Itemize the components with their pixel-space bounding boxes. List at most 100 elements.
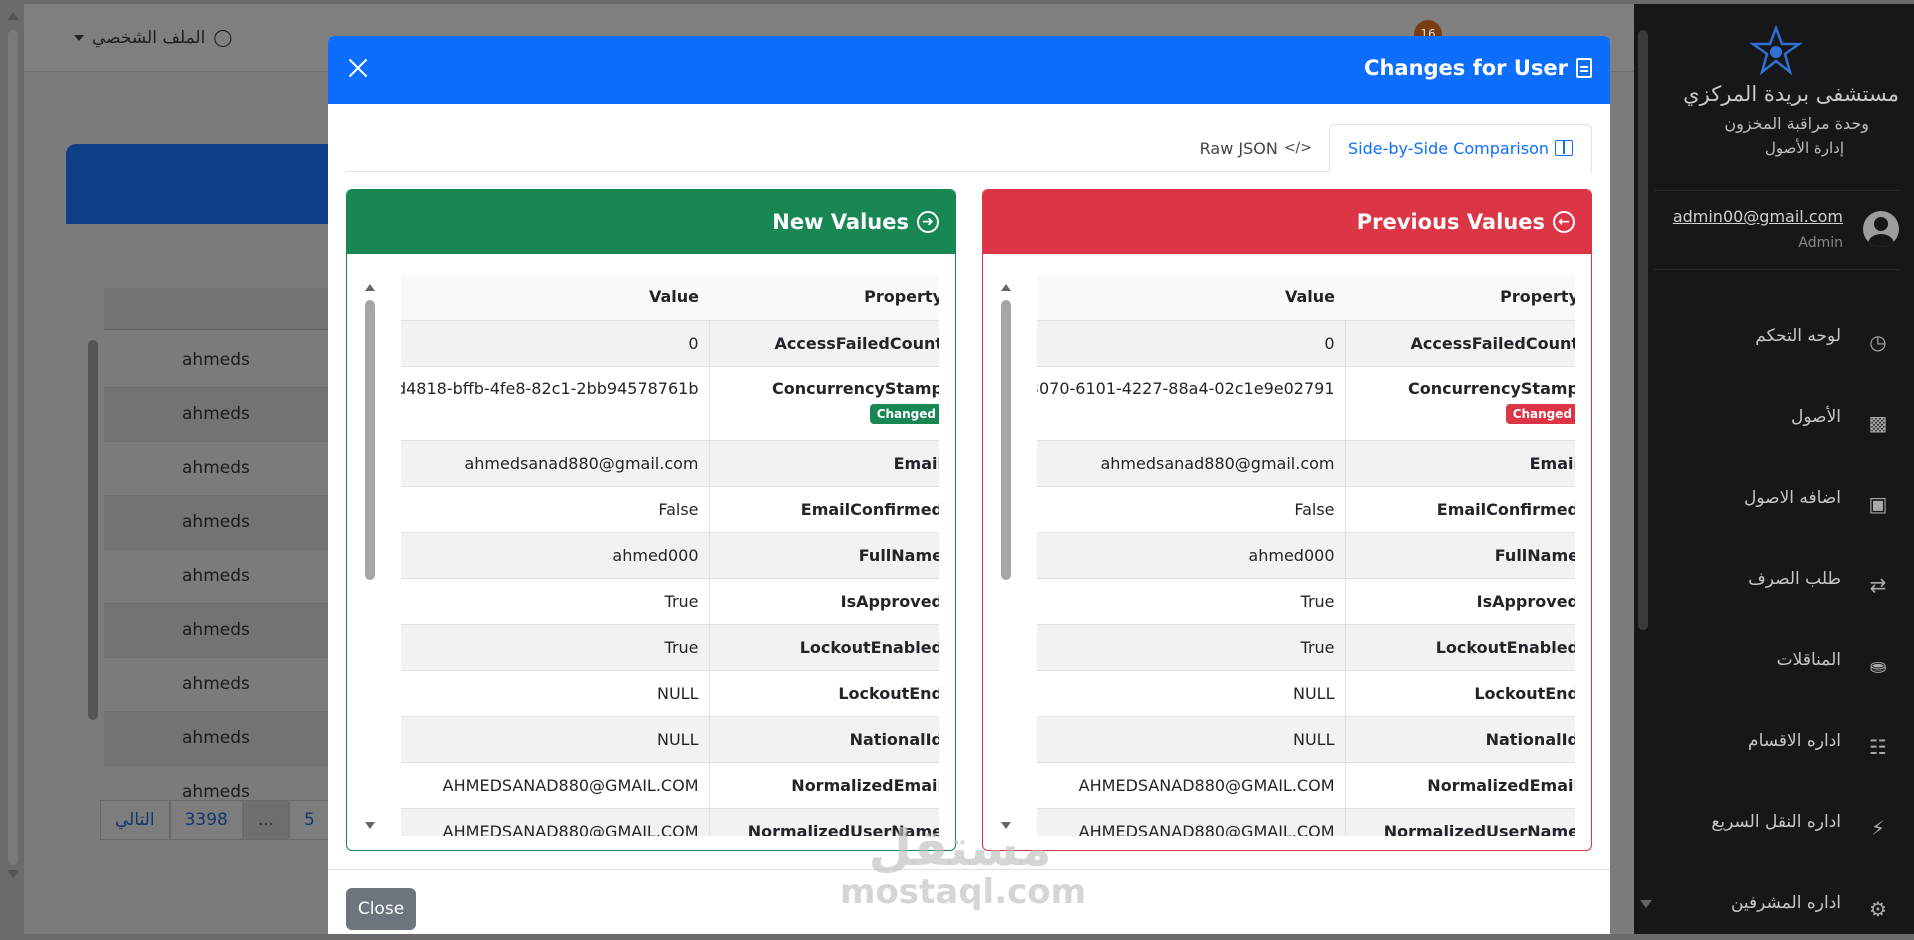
box-add-icon: ▣ bbox=[1868, 492, 1888, 516]
table-row: False EmailConfirmed bbox=[401, 486, 939, 533]
close-button[interactable]: Close bbox=[346, 888, 416, 930]
cell-text: ahmeds bbox=[182, 512, 250, 532]
property-cell: NationalId bbox=[708, 716, 939, 763]
value-cell: NULL bbox=[1037, 716, 1345, 763]
table-row: ahmed000 FullName bbox=[401, 532, 939, 579]
modal-title-text: Changes for User bbox=[1364, 56, 1568, 80]
sidebar-item-supervisors[interactable]: اداره المشرفين ⚙ bbox=[1654, 887, 1899, 927]
sidebar-item-departments[interactable]: اداره الاقسام ☷ bbox=[1654, 725, 1899, 765]
property-name: ConcurrencyStamp bbox=[1407, 378, 1575, 398]
property-cell: EmailConfirmed bbox=[708, 486, 939, 533]
modal-title: Changes for User bbox=[1364, 56, 1592, 80]
layout-split-icon bbox=[1555, 140, 1573, 156]
boxes-icon: ▩ bbox=[1868, 411, 1888, 435]
cell-text: ahmeds bbox=[182, 782, 250, 802]
tab-raw-json[interactable]: Raw JSON </> bbox=[1182, 124, 1330, 172]
scroll-down-arrow[interactable] bbox=[365, 822, 375, 829]
table-row[interactable]: ahmeds bbox=[104, 604, 356, 658]
table-row: NULL LockoutEnd bbox=[401, 670, 939, 717]
value-cell: ahmed000 bbox=[401, 532, 709, 579]
sidebar-item-disbursement[interactable]: طلب الصرف ⇄ bbox=[1654, 563, 1899, 603]
previous-values-table: Value Property 0 AccessFailedCount 3070-… bbox=[1037, 274, 1575, 836]
pagination-last-page[interactable]: 3398 bbox=[169, 800, 243, 840]
sidebar-scrollbar[interactable] bbox=[1638, 30, 1648, 630]
sidebar-item-transfers[interactable]: المناقلات ⛂ bbox=[1654, 644, 1899, 684]
table-row[interactable]: ahmeds bbox=[104, 388, 356, 442]
arrow-right-circle-icon: ➜ bbox=[917, 211, 939, 233]
table-row: ahmed000 FullName bbox=[1037, 532, 1575, 579]
new-values-panel: New Values ➜ Value Property 0 AccessFail… bbox=[346, 189, 956, 851]
value-cell: ed4818-bffb-4fe8-82c1-2bb94578761b bbox=[401, 366, 709, 441]
sidebar-item-label: المناقلات bbox=[1776, 650, 1841, 670]
dashboard-icon: ◷ bbox=[1869, 330, 1887, 354]
value-cell: ahmedsanad880@gmail.com bbox=[401, 440, 709, 487]
watermark: مستقل mostaql.com bbox=[840, 819, 1086, 910]
scrollbar-thumb[interactable] bbox=[365, 300, 375, 580]
document-icon bbox=[1576, 58, 1592, 78]
property-cell: IsApproved bbox=[1344, 578, 1575, 625]
table-header-row: Value Property bbox=[401, 274, 939, 321]
pagination: التالي 3398 ... 5 bbox=[100, 800, 330, 840]
table-row[interactable]: ahmeds bbox=[104, 712, 356, 766]
property-cell: NormalizedEmail bbox=[1344, 762, 1575, 809]
table-row[interactable]: ahmeds bbox=[104, 496, 356, 550]
table-row[interactable]: ahmeds bbox=[104, 442, 356, 496]
table-row: True IsApproved bbox=[401, 578, 939, 625]
cell-text: ahmeds bbox=[182, 674, 250, 694]
previous-values-header: Previous Values ← bbox=[983, 190, 1591, 254]
cell-text: ahmeds bbox=[182, 620, 250, 640]
close-icon[interactable] bbox=[346, 56, 370, 80]
table-row: 3070-6101-4227-88a4-02c1e9e02791 Concurr… bbox=[1037, 366, 1575, 441]
property-cell: Email bbox=[708, 440, 939, 487]
vertical-scrollbar[interactable] bbox=[363, 274, 377, 836]
value-cell: 0 bbox=[1037, 320, 1345, 367]
pagination-next[interactable]: التالي bbox=[100, 800, 170, 840]
table-row[interactable]: ahmeds bbox=[104, 550, 356, 604]
sidebar-item-dashboard[interactable]: لوحه التحكم ◷ bbox=[1654, 320, 1899, 360]
sidebar-item-label: اداره الاقسام bbox=[1748, 731, 1841, 751]
property-cell: IsApproved bbox=[708, 578, 939, 625]
profile-dropdown[interactable]: الملف الشخصي ◯ bbox=[74, 28, 232, 48]
table-row: ahmedsanad880@gmail.com Email bbox=[1037, 440, 1575, 487]
page-scroll-up-arrow[interactable] bbox=[7, 12, 19, 20]
scroll-up-arrow[interactable] bbox=[1001, 284, 1011, 291]
value-cell: 3070-6101-4227-88a4-02c1e9e02791 bbox=[1037, 366, 1345, 441]
value-cell: AHMEDSANAD880@GMAIL.COM bbox=[401, 808, 709, 836]
table-row[interactable]: ahmeds bbox=[104, 334, 356, 388]
watermark-logo-text: مستقل bbox=[868, 819, 1052, 877]
new-values-scroll-area[interactable]: Value Property 0 AccessFailedCount ed481… bbox=[363, 274, 939, 836]
value-cell: True bbox=[1037, 578, 1345, 625]
value-cell: AHMEDSANAD880@GMAIL.COM bbox=[1037, 762, 1345, 809]
value-cell: True bbox=[401, 578, 709, 625]
sidebar-item-assets[interactable]: الأصول ▩ bbox=[1654, 401, 1899, 441]
user-email-link[interactable]: admin00@gmail.com bbox=[1673, 207, 1843, 226]
table-row[interactable]: ahmeds bbox=[104, 658, 356, 712]
table-row: AHMEDSANAD880@GMAIL.COM NormalizedEmail bbox=[1037, 762, 1575, 809]
profile-menu-label: الملف الشخصي bbox=[92, 28, 206, 48]
sidebar-item-quick-transfer[interactable]: اداره النقل السريع ⚡ bbox=[1654, 806, 1899, 846]
value-cell: True bbox=[401, 624, 709, 671]
scrollbar-thumb[interactable] bbox=[1001, 300, 1011, 580]
table-row: False EmailConfirmed bbox=[1037, 486, 1575, 533]
sidebar-item-add-assets[interactable]: اضافه الاصول ▣ bbox=[1654, 482, 1899, 522]
sidebar-item-label: اضافه الاصول bbox=[1744, 488, 1841, 508]
page-scroll-down-arrow[interactable] bbox=[7, 870, 19, 878]
column-header-value: Value bbox=[401, 274, 709, 321]
previous-values-scroll-area[interactable]: Value Property 0 AccessFailedCount 3070-… bbox=[999, 274, 1575, 836]
table-row: True LockoutEnabled bbox=[401, 624, 939, 671]
sidebar-scroll-down-arrow[interactable] bbox=[1640, 900, 1652, 908]
arrow-left-circle-icon: ← bbox=[1553, 211, 1575, 233]
truck-icon: ⛂ bbox=[1869, 654, 1887, 678]
table-row: 0 AccessFailedCount bbox=[1037, 320, 1575, 367]
property-cell: FullName bbox=[1344, 532, 1575, 579]
page-scrollbar[interactable] bbox=[8, 30, 18, 865]
cell-text: ahmeds bbox=[182, 566, 250, 586]
vertical-scrollbar[interactable] bbox=[999, 274, 1013, 836]
scroll-up-arrow[interactable] bbox=[365, 284, 375, 291]
tab-label: Side-by-Side Comparison bbox=[1348, 138, 1549, 158]
pagination-page[interactable]: 5 bbox=[289, 800, 330, 840]
value-cell: ahmed000 bbox=[1037, 532, 1345, 579]
tab-side-by-side[interactable]: Side-by-Side Comparison bbox=[1329, 124, 1592, 172]
property-cell: AccessFailedCount bbox=[708, 320, 939, 367]
background-table-scrollbar[interactable] bbox=[88, 340, 98, 720]
